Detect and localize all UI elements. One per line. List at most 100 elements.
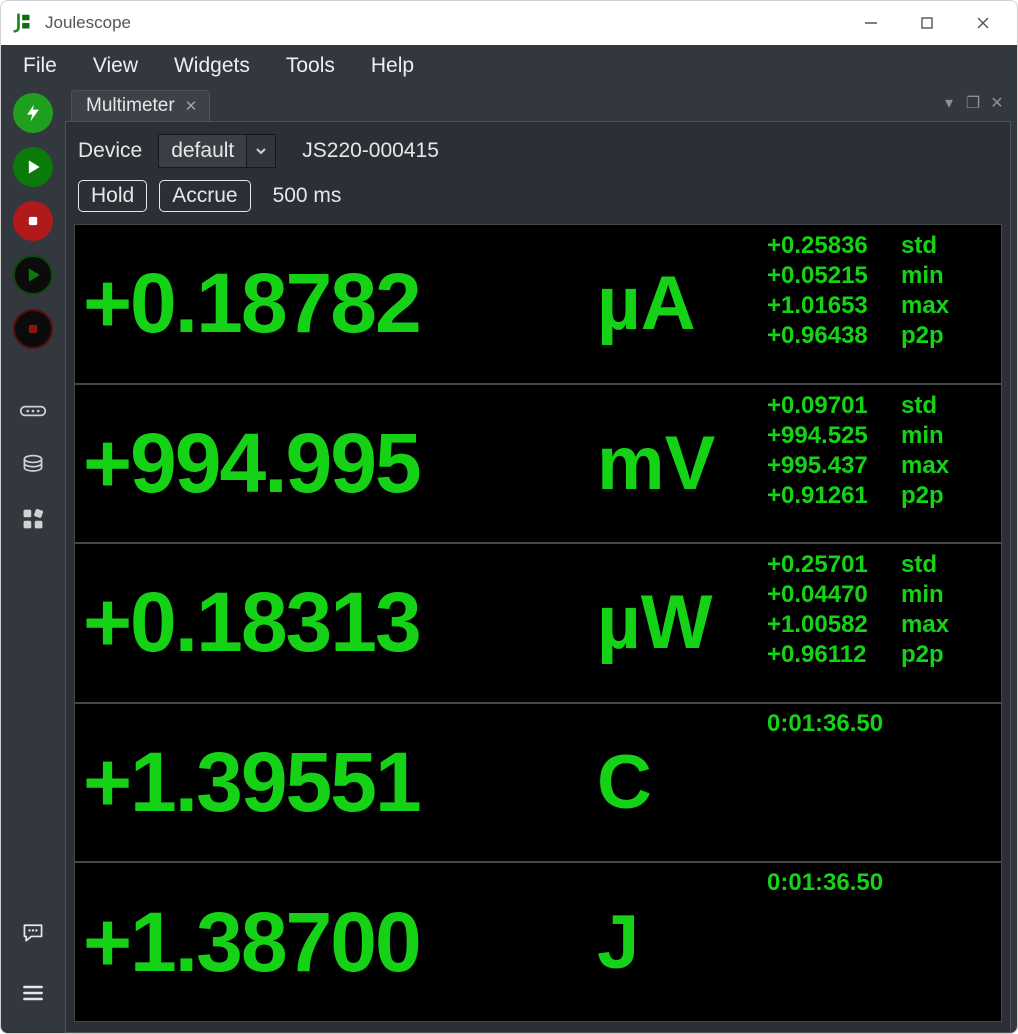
stat-row: +0.04470 min <box>767 580 993 610</box>
stat-key: p2p <box>901 640 951 670</box>
reading-value: +1.38700 <box>83 894 597 991</box>
reading-row: +0.18782µA+0.25836std+0.05215min+1.01653… <box>75 225 1001 385</box>
sample-interval: 500 ms <box>273 184 342 208</box>
device-id: JS220-000415 <box>302 139 439 163</box>
stat-value: +0.04470 <box>767 580 887 610</box>
menu-file[interactable]: File <box>23 54 57 78</box>
menu-tools[interactable]: Tools <box>286 54 335 78</box>
titlebar: Joulescope <box>1 1 1017 45</box>
stat-row: +1.01653 max <box>767 291 993 321</box>
reading-value: +0.18313 <box>83 574 597 671</box>
readings-area: +0.18782µA+0.25836std+0.05215min+1.01653… <box>74 224 1002 1022</box>
reading-stats: +0.25701std+0.04470min+1.00582max+0.9611… <box>767 544 997 670</box>
main-area: Multimeter ✕ ▾ ❐ ✕ Device default <box>65 87 1017 1033</box>
stat-record-button[interactable] <box>13 309 53 349</box>
chat-icon[interactable] <box>13 913 53 953</box>
stat-key: min <box>901 261 951 291</box>
reading-value: +994.995 <box>83 415 597 512</box>
reading-unit: J <box>597 899 767 986</box>
tab-label: Multimeter <box>86 95 175 117</box>
stat-value: +0.09701 <box>767 391 887 421</box>
device-label: Device <box>78 139 142 163</box>
reading-elapsed: 0:01:36.50 <box>767 863 997 897</box>
stat-value: +995.437 <box>767 451 887 481</box>
window-title: Joulescope <box>45 13 131 33</box>
stat-row: +0.25836 std <box>767 231 993 261</box>
reading-stats: +0.25836std+0.05215min+1.01653max+0.9643… <box>767 225 997 351</box>
stat-value: +0.96438 <box>767 321 887 351</box>
window-close-button[interactable] <box>955 1 1011 45</box>
stat-key: p2p <box>901 321 951 351</box>
stat-value: +0.25836 <box>767 231 887 261</box>
multimeter-panel: Device default JS220-000415 Hold Accrue … <box>65 122 1011 1033</box>
reading-row: +1.38700J0:01:36.50 <box>75 863 1001 1021</box>
tab-multimeter[interactable]: Multimeter ✕ <box>71 90 210 121</box>
reading-unit: µW <box>597 579 767 666</box>
stat-value: +0.05215 <box>767 261 887 291</box>
stat-value: +0.25701 <box>767 550 887 580</box>
hamburger-icon[interactable] <box>13 973 53 1013</box>
stat-key: p2p <box>901 481 951 511</box>
stat-key: std <box>901 231 951 261</box>
device-select-value: default <box>158 134 247 168</box>
reading-unit: µA <box>597 260 767 347</box>
dock-menu-icon[interactable]: ▾ <box>941 93 957 113</box>
stat-key: std <box>901 391 951 421</box>
stat-row: +0.96438 p2p <box>767 321 993 351</box>
stat-row: +1.00582 max <box>767 610 993 640</box>
reading-value: +0.18782 <box>83 255 597 352</box>
reading-elapsed: 0:01:36.50 <box>767 704 997 738</box>
play-button[interactable] <box>13 147 53 187</box>
stat-row: +995.437 max <box>767 451 993 481</box>
menu-view[interactable]: View <box>93 54 138 78</box>
stat-key: std <box>901 550 951 580</box>
stat-value: +994.525 <box>767 421 887 451</box>
stat-value: +0.91261 <box>767 481 887 511</box>
reading-unit: mV <box>597 420 767 507</box>
app-body: File View Widgets Tools Help <box>1 45 1017 1033</box>
tab-close-icon[interactable]: ✕ <box>185 97 198 115</box>
stat-row: +0.09701 std <box>767 391 993 421</box>
reading-row: +1.39551C0:01:36.50 <box>75 704 1001 864</box>
stat-key: max <box>901 610 951 640</box>
tabbar: Multimeter ✕ ▾ ❐ ✕ <box>65 87 1011 122</box>
stat-value: +1.00582 <box>767 610 887 640</box>
menubar: File View Widgets Tools Help <box>1 45 1017 87</box>
sidebar <box>1 87 65 1033</box>
accrue-button[interactable]: Accrue <box>159 180 250 212</box>
stat-row: +0.96112 p2p <box>767 640 993 670</box>
dock-popout-icon[interactable]: ❐ <box>965 93 981 113</box>
stat-row: +0.25701 std <box>767 550 993 580</box>
hold-button[interactable]: Hold <box>78 180 147 212</box>
stat-play-button[interactable] <box>13 255 53 295</box>
record-button[interactable] <box>13 201 53 241</box>
memory-icon[interactable] <box>13 445 53 485</box>
stat-key: min <box>901 580 951 610</box>
menu-help[interactable]: Help <box>371 54 414 78</box>
stat-value: +1.01653 <box>767 291 887 321</box>
stat-value: +0.96112 <box>767 640 887 670</box>
window-maximize-button[interactable] <box>899 1 955 45</box>
stat-row: +994.525 min <box>767 421 993 451</box>
dock-close-icon[interactable]: ✕ <box>989 93 1005 113</box>
reading-row: +994.995mV+0.09701std+994.525min+995.437… <box>75 385 1001 545</box>
stat-key: max <box>901 451 951 481</box>
reading-row: +0.18313µW+0.25701std+0.04470min+1.00582… <box>75 544 1001 704</box>
menu-widgets[interactable]: Widgets <box>174 54 250 78</box>
window-minimize-button[interactable] <box>843 1 899 45</box>
app-window: Joulescope File View Widgets Tools Help <box>0 0 1018 1034</box>
reading-stats: +0.09701std+994.525min+995.437max+0.9126… <box>767 385 997 511</box>
reading-value: +1.39551 <box>83 734 597 831</box>
options-row: Hold Accrue 500 ms <box>66 174 1010 218</box>
power-button[interactable] <box>13 93 53 133</box>
stat-key: max <box>901 291 951 321</box>
stat-row: +0.91261 p2p <box>767 481 993 511</box>
stat-key: min <box>901 421 951 451</box>
app-logo-icon <box>13 12 35 34</box>
device-select[interactable]: default <box>158 134 276 168</box>
fuse-icon[interactable] <box>13 391 53 431</box>
stat-row: +0.05215 min <box>767 261 993 291</box>
widgets-icon[interactable] <box>13 499 53 539</box>
dock-controls: ▾ ❐ ✕ <box>941 93 1005 113</box>
reading-unit: C <box>597 739 767 826</box>
